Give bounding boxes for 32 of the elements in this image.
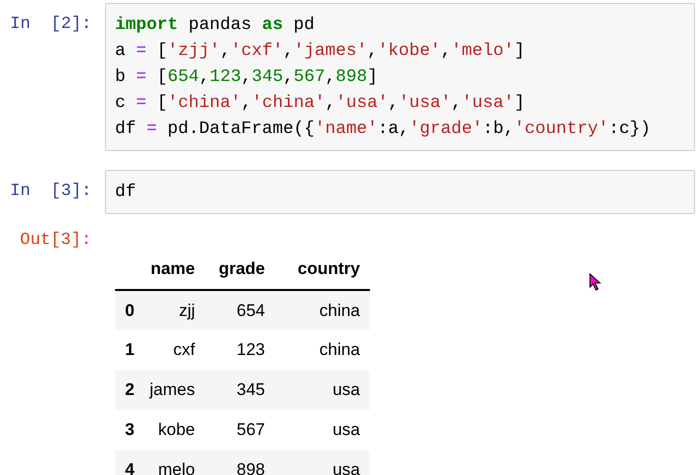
- code-line: df = pd.DataFrame({'name':a,'grade':b,'country':c}): [115, 118, 652, 141]
- table-cell: usa: [275, 410, 370, 450]
- code-line: b = [654,123,345,567,898]: [115, 66, 379, 89]
- table-cell: 654: [205, 290, 275, 330]
- code-line: c = ['china','china','usa','usa','usa']: [115, 92, 526, 115]
- column-header: country: [275, 250, 370, 290]
- code-cell[interactable]: df: [105, 170, 695, 214]
- table-cell: china: [275, 290, 370, 330]
- code-line: import pandas as pd: [115, 14, 316, 37]
- code-line: a = ['zjj','cxf','james','kobe','melo']: [115, 40, 526, 63]
- column-header: grade: [205, 250, 275, 290]
- input-prompt: In [2]:: [9, 14, 93, 36]
- row-index: 4: [115, 450, 145, 475]
- code-line: df: [115, 181, 138, 204]
- table-cell: usa: [275, 370, 370, 410]
- table-cell: kobe: [145, 410, 205, 450]
- code-cell[interactable]: import pandas as pd a = ['zjj','cxf','james','kobe','melo'] b = [654,123,345,567,898] c = ['china','china','usa','usa','usa'] df = pd.DataFrame({'name':a,'grade':b,'country':c}): [105, 3, 695, 151]
- table-cell: zjj: [145, 290, 205, 330]
- row-index: 2: [115, 370, 145, 410]
- output-prompt: Out[3]:: [19, 230, 92, 252]
- row-index: 3: [115, 410, 145, 450]
- row-index: 0: [115, 290, 145, 330]
- input-prompt: In [3]:: [9, 181, 93, 203]
- table-cell: 567: [205, 410, 275, 450]
- table-cell: 345: [205, 370, 275, 410]
- table-cell: cxf: [145, 330, 205, 370]
- mouse-pointer-icon: [589, 273, 601, 291]
- table-cell: james: [145, 370, 205, 410]
- table-cell: 123: [205, 330, 275, 370]
- row-index: 1: [115, 330, 145, 370]
- column-header: name: [145, 250, 205, 290]
- table-cell: china: [275, 330, 370, 370]
